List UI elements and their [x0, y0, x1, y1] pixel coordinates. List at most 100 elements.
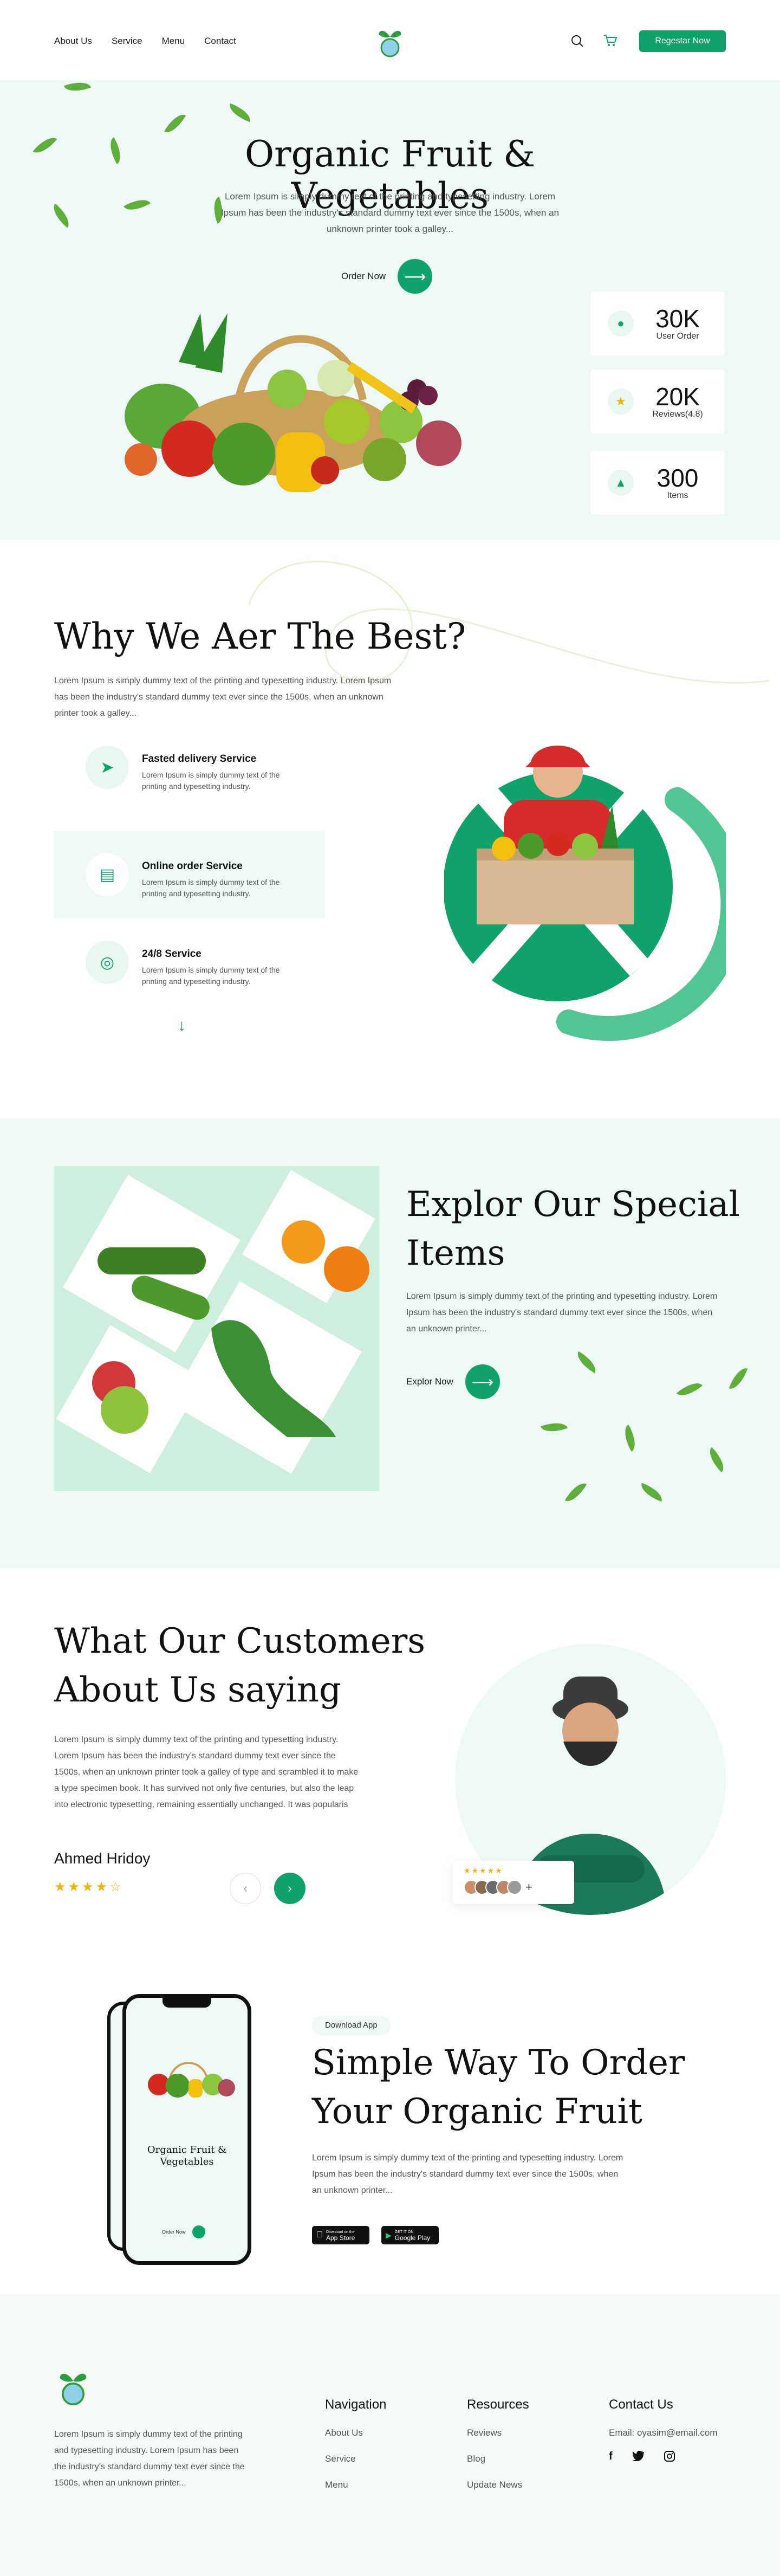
hero-description: Lorem Ipsum is simply dummy text of the … — [220, 191, 560, 234]
star-icon: ★ — [608, 389, 634, 415]
service-online-order[interactable]: ▤ Online order Service Lorem Ipsum is sim… — [86, 853, 299, 899]
hero-section: Organic Fruit & Vegetables Lorem Ipsum i… — [0, 77, 780, 540]
footer-contact: Contact Us Email: oyasim@email.com f — [609, 2397, 718, 2465]
service-title: Online order Service — [142, 860, 243, 872]
rating-stars: ★★★★☆ — [54, 1880, 123, 1894]
app-title-line2: Your Organic Fruit — [312, 2092, 642, 2132]
footer-link-blog[interactable]: Blog — [467, 2454, 529, 2464]
arrow-right-icon — [192, 2225, 205, 2238]
testimonial-quote: Lorem Ipsum is simply dummy text of the … — [54, 1735, 359, 1809]
footer-resources: Resources Reviews Blog Update News — [467, 2397, 529, 2490]
nav-service[interactable]: Service — [112, 36, 142, 47]
prev-button[interactable]: ‹ — [230, 1873, 261, 1904]
register-button[interactable]: Regestar Now — [639, 30, 726, 52]
chevron-right-icon: › — [288, 1881, 292, 1895]
site-header: About Us Service Menu Contact Regestar N… — [0, 0, 780, 80]
stat-label: Items — [667, 491, 688, 500]
facebook-icon[interactable]: f — [609, 2450, 613, 2465]
stat-label: Reviews(4.8) — [652, 410, 703, 419]
special-items-image — [54, 1166, 379, 1491]
footer-link-reviews[interactable]: Reviews — [467, 2428, 529, 2438]
logo-icon — [379, 31, 401, 57]
phone-order-now-label: Order Now — [162, 2229, 186, 2235]
arrow-right-icon: ⟶ — [398, 259, 433, 294]
chevron-left-icon: ‹ — [243, 1881, 248, 1895]
app-store-label: App Store — [320, 2234, 355, 2242]
service-24-8[interactable]: ◎ 24/8 Service Lorem Ipsum is simply dumm… — [86, 941, 299, 987]
delivery-man-image — [443, 740, 746, 1044]
stat-label: User Order — [656, 332, 699, 341]
stat-value: 300 — [656, 464, 699, 492]
search-icon — [571, 35, 583, 47]
arrow-right-icon: ⟶ — [465, 1364, 500, 1399]
footer-link-about-us[interactable]: About Us — [325, 2428, 386, 2438]
footer-contact-title: Contact Us — [609, 2397, 673, 2412]
search-button[interactable] — [570, 34, 585, 49]
more-reviewers[interactable]: + — [525, 1880, 532, 1894]
delivery-icon: ➤ — [86, 746, 129, 789]
service-title: Fasted delivery Service — [142, 753, 257, 765]
twitter-icon[interactable] — [632, 2450, 644, 2465]
logo-icon — [60, 2373, 87, 2405]
service-title: 24/8 Service — [142, 948, 202, 960]
testimonial-title-line2: About Us saying — [54, 1670, 341, 1710]
next-button[interactable]: › — [274, 1873, 306, 1904]
order-now-label: Order Now — [341, 271, 386, 281]
vegetable-basket-image — [92, 297, 504, 503]
app-store-button[interactable]:  Download on the App Store — [312, 2226, 369, 2244]
testimonial-author: Ahmed Hridoy — [54, 1850, 151, 1867]
site-footer: Lorem Ipsum is simply dummy text of the … — [0, 2294, 780, 2576]
phone-basket-image — [148, 2062, 235, 2098]
special-title-line2: Items — [406, 1233, 505, 1273]
explore-now-label: Explor Now — [406, 1376, 453, 1387]
app-title-line1: Simple Way To Order — [312, 2043, 685, 2083]
why-description: Lorem Ipsum is simply dummy text of the … — [54, 676, 392, 718]
google-play-button[interactable]: ▶ GET IT ON Google Play — [381, 2226, 439, 2244]
rating-stars: ★★★★★ — [464, 1866, 503, 1875]
play-icon: ▶ — [386, 2230, 392, 2240]
avatar — [507, 1880, 522, 1895]
hero-order-now[interactable]: Order Now ⟶ — [341, 259, 433, 294]
main-nav: About Us Service Menu Contact — [54, 36, 236, 47]
phone-title-line1: Organic Fruit & — [147, 2144, 227, 2156]
stat-value: 30K — [655, 305, 700, 333]
download-app-badge: Download App — [312, 2016, 391, 2035]
why-section: Why We Aer The Best? Lorem Ipsum is simp… — [0, 540, 780, 1118]
why-title: Why We Aer The Best? — [54, 616, 466, 657]
footer-link-update-news[interactable]: Update News — [467, 2480, 529, 2490]
scroll-down-arrow-icon[interactable]: ↓ — [178, 1017, 186, 1035]
logo[interactable] — [375, 26, 405, 59]
basket-icon: ▲ — [608, 470, 634, 496]
google-play-label: Google Play — [394, 2234, 431, 2242]
service-icon: ◎ — [86, 941, 129, 984]
order-icon: ▤ — [86, 853, 129, 896]
instagram-icon[interactable] — [664, 2450, 675, 2465]
explore-now-button[interactable]: Explor Now ⟶ — [406, 1364, 500, 1399]
stat-value: 20K — [655, 383, 700, 411]
special-section: Explor Our Special Items Lorem Ipsum is … — [0, 1118, 780, 1568]
footer-about: Lorem Ipsum is simply dummy text of the … — [54, 2430, 245, 2488]
service-desc: Lorem Ipsum is simply dummy text of the … — [142, 771, 280, 791]
footer-email[interactable]: Email: oyasim@email.com — [609, 2428, 718, 2438]
apple-icon:  — [316, 2230, 323, 2240]
footer-link-menu[interactable]: Menu — [325, 2480, 386, 2490]
nav-about-us[interactable]: About Us — [54, 36, 92, 47]
stat-card-items: ▲ 300 Items — [590, 451, 725, 515]
testimonial-title-line1: What Our Customers — [54, 1621, 426, 1661]
testimonial-section: What Our Customers About Us saying Lorem… — [0, 1568, 780, 1937]
phone-title-line2: Vegetables — [160, 2156, 214, 2167]
footer-navigation: Navigation About Us Service Menu — [325, 2397, 386, 2490]
phone-mockup: Organic Fruit & Vegetables Order Now — [122, 1994, 251, 2265]
service-delivery[interactable]: ➤ Fasted delivery Service Lorem Ipsum is … — [86, 746, 299, 792]
cart-icon — [604, 35, 618, 46]
app-section: Organic Fruit & Vegetables Order Now Dow… — [0, 1937, 780, 2294]
app-description: Lorem Ipsum is simply dummy text of the … — [312, 2153, 623, 2195]
footer-resources-title: Resources — [467, 2397, 529, 2412]
cart-button[interactable] — [602, 33, 619, 49]
footer-navigation-title: Navigation — [325, 2397, 387, 2412]
special-title-line1: Explor Our Special — [406, 1185, 740, 1225]
footer-logo[interactable] — [54, 2368, 92, 2407]
nav-contact[interactable]: Contact — [204, 36, 236, 47]
nav-menu[interactable]: Menu — [162, 36, 185, 47]
footer-link-service[interactable]: Service — [325, 2454, 386, 2464]
